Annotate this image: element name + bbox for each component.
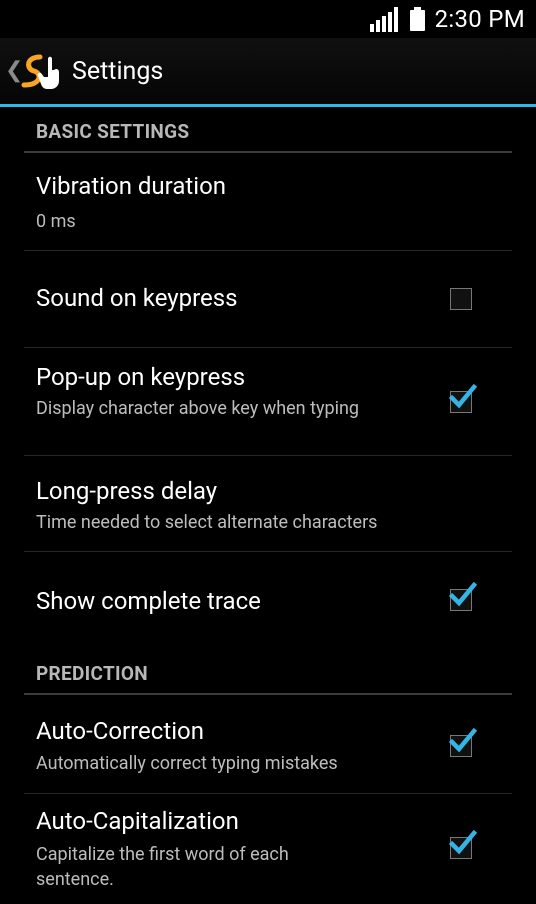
checkmark-icon bbox=[449, 383, 477, 409]
popup-on-keypress-checkbox[interactable] bbox=[449, 383, 477, 413]
pref-popup-on-keypress[interactable]: Pop-up on keypress Display character abo… bbox=[24, 348, 512, 456]
pref-title: Show complete trace bbox=[36, 587, 261, 615]
show-complete-trace-checkbox[interactable] bbox=[449, 581, 477, 611]
checkmark-icon bbox=[449, 581, 477, 607]
status-clock: 2:30 PM bbox=[434, 5, 525, 33]
pref-title: Vibration duration bbox=[36, 172, 227, 200]
pref-long-press-delay[interactable]: Long-press delay Time needed to select a… bbox=[24, 456, 512, 552]
action-bar: ❮ Settings bbox=[0, 38, 536, 107]
preferences-list: BASIC SETTINGS Vibration duration 0 ms S… bbox=[24, 107, 512, 904]
pref-summary: 0 ms bbox=[36, 211, 76, 232]
checkmark-icon bbox=[449, 829, 477, 855]
sound-on-keypress-checkbox[interactable] bbox=[450, 288, 472, 310]
pref-auto-correction[interactable]: Auto-Correction Automatically correct ty… bbox=[24, 695, 512, 794]
pref-summary: Time needed to select alternate characte… bbox=[36, 512, 378, 533]
pref-summary: Display character above key when typing bbox=[36, 398, 360, 419]
pref-title: Auto-Correction bbox=[36, 717, 204, 745]
swipe-keyboard-logo-icon[interactable] bbox=[20, 51, 64, 91]
pref-title: Pop-up on keypress bbox=[36, 363, 246, 391]
pref-auto-capitalization[interactable]: Auto-Capitalization Capitalize the first… bbox=[24, 794, 512, 904]
pref-show-complete-trace[interactable]: Show complete trace bbox=[24, 552, 512, 649]
status-bar: 2:30 PM bbox=[0, 0, 536, 38]
pref-title: Sound on keypress bbox=[36, 284, 238, 312]
page-title: Settings bbox=[72, 57, 164, 86]
battery-full-icon bbox=[409, 7, 425, 31]
category-header-basic-settings: BASIC SETTINGS bbox=[24, 107, 512, 153]
auto-capitalization-checkbox[interactable] bbox=[449, 829, 477, 859]
pref-vibration-duration[interactable]: Vibration duration 0 ms bbox=[24, 153, 512, 251]
checkmark-icon bbox=[449, 727, 477, 753]
category-header-prediction: PREDICTION bbox=[24, 649, 512, 695]
pref-title: Long-press delay bbox=[36, 477, 218, 505]
pref-sound-on-keypress[interactable]: Sound on keypress bbox=[24, 251, 512, 348]
pref-summary: Capitalize the first word of each senten… bbox=[36, 844, 289, 890]
pref-summary: Automatically correct typing mistakes bbox=[36, 753, 338, 774]
status-icons: 2:30 PM bbox=[369, 4, 525, 34]
auto-correction-checkbox[interactable] bbox=[449, 727, 477, 757]
pref-title: Auto-Capitalization bbox=[36, 807, 239, 835]
signal-bars-icon bbox=[369, 6, 400, 32]
